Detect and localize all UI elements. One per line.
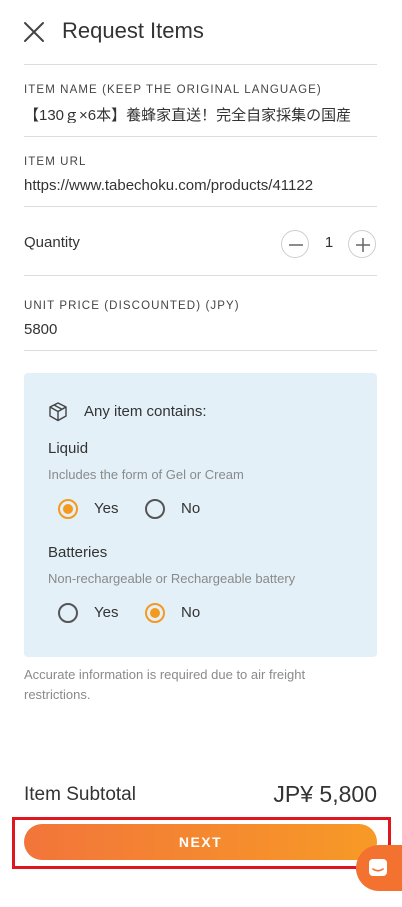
liquid-no-label[interactable]: No [181, 500, 200, 517]
close-icon[interactable] [22, 20, 46, 44]
subtotal-label: Item Subtotal [24, 784, 136, 805]
item-contains-panel: Any item contains: Liquid Includes the f… [24, 373, 377, 657]
quantity-decrement-button[interactable] [281, 230, 309, 258]
freight-note: Accurate information is required due to … [24, 667, 306, 702]
item-contains-title: Any item contains: [84, 403, 207, 420]
batteries-no-radio[interactable] [145, 603, 165, 623]
batteries-title: Batteries [48, 544, 108, 561]
item-url-label: ITEM URL [24, 156, 87, 168]
subtotal-value: JP¥ 5,800 [273, 781, 377, 807]
item-name-label: ITEM NAME (KEEP THE ORIGINAL LANGUAGE) [24, 84, 322, 96]
item-url-divider [24, 206, 377, 207]
quantity-increment-button[interactable] [348, 230, 376, 258]
batteries-yes-label[interactable]: Yes [94, 604, 118, 621]
chat-button[interactable] [356, 845, 402, 891]
liquid-yes-label[interactable]: Yes [94, 500, 118, 517]
liquid-no-radio[interactable] [145, 499, 165, 519]
item-name-divider [24, 136, 377, 137]
chat-icon [369, 859, 387, 876]
item-url-input[interactable] [24, 177, 377, 194]
quantity-divider [24, 275, 377, 276]
liquid-title: Liquid [48, 440, 89, 457]
page-title: Request Items [62, 18, 204, 43]
plus-icon [356, 238, 370, 252]
batteries-no-label[interactable]: No [181, 604, 200, 621]
liquid-yes-radio[interactable] [58, 499, 78, 519]
item-name-input[interactable] [24, 106, 377, 123]
unit-price-label: UNIT PRICE (DISCOUNTED) (JPY) [24, 300, 240, 312]
next-button[interactable]: NEXT [24, 824, 377, 860]
unit-price-input[interactable] [24, 321, 377, 338]
unit-price-divider [24, 350, 377, 351]
header-divider [24, 64, 377, 65]
header: Request Items [0, 0, 402, 64]
batteries-description: Non-rechargeable or Rechargeable battery [48, 571, 296, 586]
quantity-value: 1 [324, 234, 334, 251]
liquid-description: Includes the form of Gel or Cream [48, 467, 244, 482]
quantity-label: Quantity [24, 234, 80, 251]
package-icon [49, 402, 67, 422]
batteries-yes-radio[interactable] [58, 603, 78, 623]
minus-icon [289, 244, 303, 246]
